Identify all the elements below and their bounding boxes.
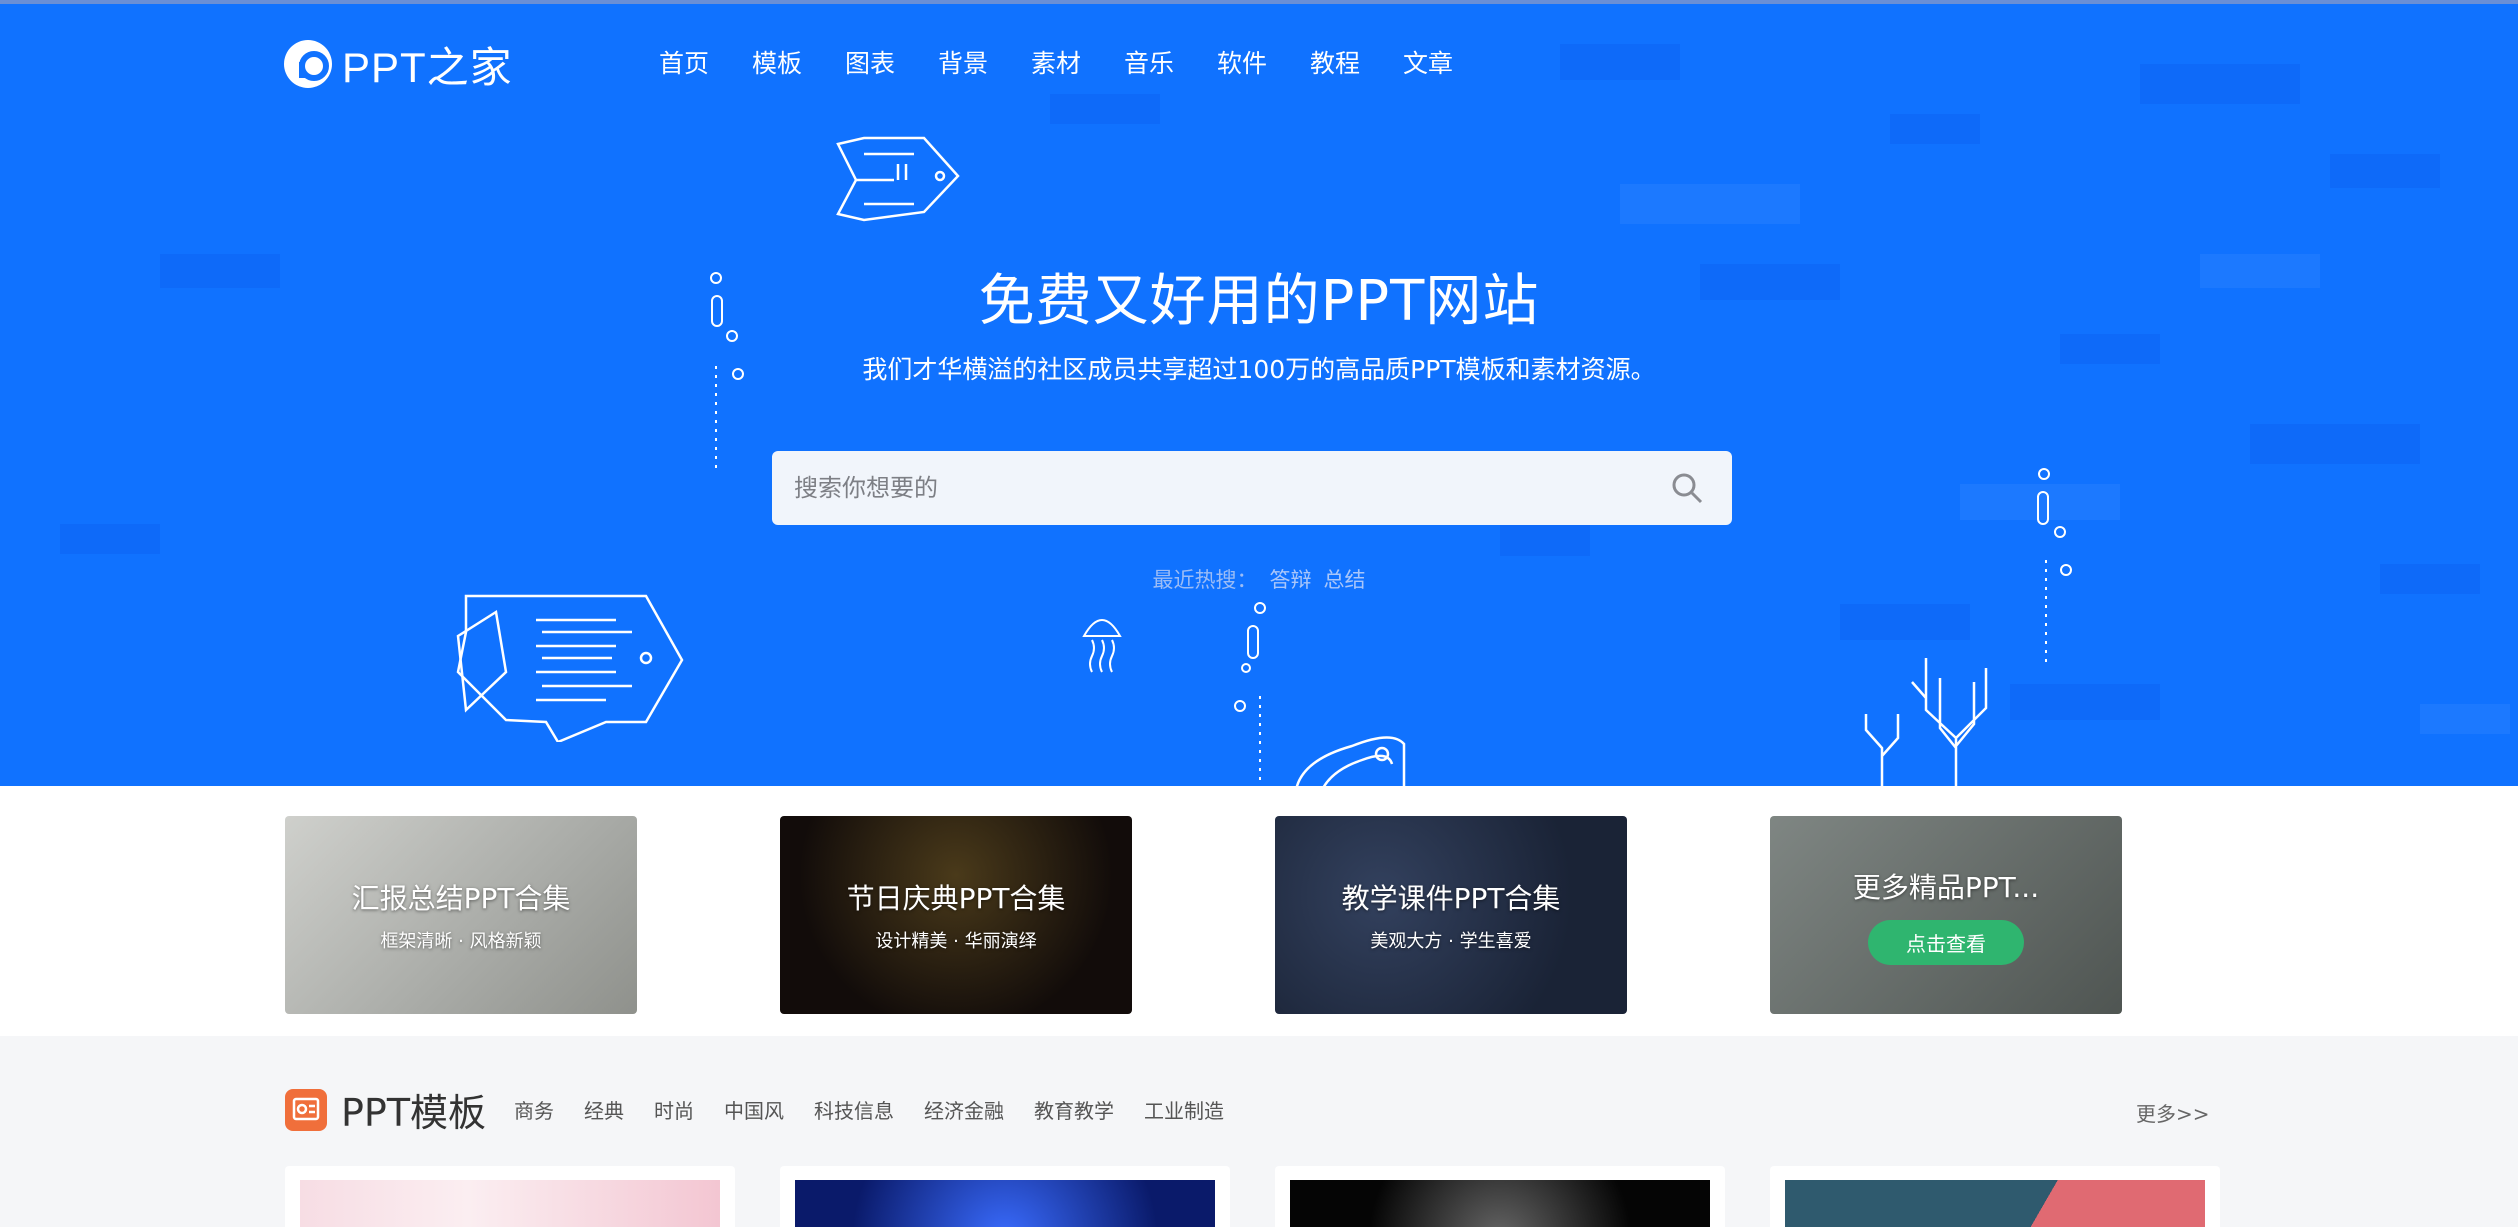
banner-title: 汇报总结PPT合集 (351, 882, 571, 915)
hero-banner: PPT之家 首页 模板 图表 背景 素材 音乐 软件 教程 文章 免费又好用的P… (0, 0, 2518, 786)
hero-subtitle: 我们才华横溢的社区成员共享超过100万的高品质PPT模板和素材资源。 (862, 355, 1656, 384)
nav-item-materials[interactable]: 素材 (1031, 44, 1124, 84)
banner-report-summary[interactable]: 汇报总结PPT合集 框架清晰 · 风格新颖 (285, 816, 637, 1014)
banner-subtitle: 框架清晰 · 风格新颖 (380, 931, 542, 952)
template-card[interactable] (285, 1166, 735, 1227)
nav-item-templates[interactable]: 模板 (752, 44, 845, 84)
nav-item-software[interactable]: 软件 (1217, 44, 1310, 84)
template-thumbnail (300, 1180, 720, 1227)
nav-item-music[interactable]: 音乐 (1124, 44, 1217, 84)
hot-searches: 最近热搜： 答辩 总结 (0, 564, 2518, 594)
banner-teaching[interactable]: 教学课件PPT合集 美观大方 · 学生喜爱 (1275, 816, 1627, 1014)
template-thumbnail (1785, 1180, 2205, 1227)
fish-illustration-icon (836, 136, 960, 222)
nav-item-articles[interactable]: 文章 (1403, 44, 1496, 84)
search-input[interactable] (772, 451, 1642, 525)
section-title: PPT模板 (341, 1091, 487, 1135)
template-thumbnail (795, 1180, 1215, 1227)
category-link[interactable]: 教育教学 (1034, 1095, 1114, 1124)
presentation-icon (285, 1088, 327, 1131)
category-link[interactable]: 时尚 (654, 1095, 694, 1124)
category-link[interactable]: 经济金融 (924, 1095, 1004, 1124)
template-card[interactable] (780, 1166, 1230, 1227)
search-button[interactable] (1642, 451, 1732, 525)
jellyfish-icon (1082, 619, 1122, 673)
category-link[interactable]: 中国风 (724, 1095, 784, 1124)
banner-title: 节日庆典PPT合集 (846, 882, 1066, 915)
section-header: PPT模板 商务 经典 时尚 中国风 科技信息 经济金融 教育教学 工业制造 (285, 1082, 1254, 1137)
hot-searches-label: 最近热搜： (1152, 568, 1258, 592)
logo-text: PPT之家 (342, 43, 513, 91)
top-navigation: PPT之家 首页 模板 图表 背景 素材 音乐 软件 教程 文章 (284, 34, 1453, 95)
category-link[interactable]: 工业制造 (1144, 1095, 1224, 1124)
banner-title: 教学课件PPT合集 (1341, 882, 1561, 915)
category-link[interactable]: 经典 (584, 1095, 624, 1124)
nav-item-backgrounds[interactable]: 背景 (938, 44, 1031, 84)
hot-search-link[interactable]: 答辩 (1270, 568, 1312, 592)
hot-search-link[interactable]: 总结 (1324, 568, 1366, 592)
template-card[interactable] (1770, 1166, 2220, 1227)
category-link[interactable]: 科技信息 (814, 1095, 894, 1124)
nav-item-tutorials[interactable]: 教程 (1310, 44, 1403, 84)
ppt-template-section: PPT模板 商务 经典 时尚 中国风 科技信息 经济金融 教育教学 工业制造 更… (0, 1036, 2518, 1227)
view-more-button[interactable]: 点击查看 (1868, 919, 2024, 965)
main-nav: 首页 模板 图表 背景 素材 音乐 软件 教程 文章 (659, 44, 1496, 84)
nav-item-home[interactable]: 首页 (659, 44, 752, 84)
banner-more[interactable]: 更多精品PPT... 点击查看 (1770, 816, 2122, 1014)
banner-festival[interactable]: 节日庆典PPT合集 设计精美 · 华丽演绎 (780, 816, 1132, 1014)
nav-item-charts[interactable]: 图表 (845, 44, 938, 84)
coral-illustration-icon (1864, 658, 1988, 786)
search-icon (1672, 473, 1703, 504)
submarine-illustration-icon (1295, 736, 1406, 786)
template-card[interactable] (1275, 1166, 1725, 1227)
feature-banners: 汇报总结PPT合集 框架清晰 · 风格新颖 节日庆典PPT合集 设计精美 · 华… (0, 786, 2518, 1036)
logo-icon (284, 40, 332, 88)
bubbles-center-icon (1234, 602, 1266, 786)
banner-subtitle: 美观大方 · 学生喜爱 (1370, 931, 1532, 952)
site-logo[interactable]: PPT之家 (284, 34, 513, 95)
banner-title: 更多精品PPT... (1852, 870, 2040, 904)
template-thumbnail (1290, 1180, 1710, 1227)
category-link[interactable]: 商务 (514, 1095, 554, 1124)
big-fish-illustration-icon (456, 594, 684, 742)
search-bar (772, 451, 1732, 525)
banner-subtitle: 设计精美 · 华丽演绎 (875, 931, 1037, 952)
more-link[interactable]: 更多>> (2136, 1098, 2210, 1127)
hero-title: 免费又好用的PPT网站 (978, 269, 1540, 334)
